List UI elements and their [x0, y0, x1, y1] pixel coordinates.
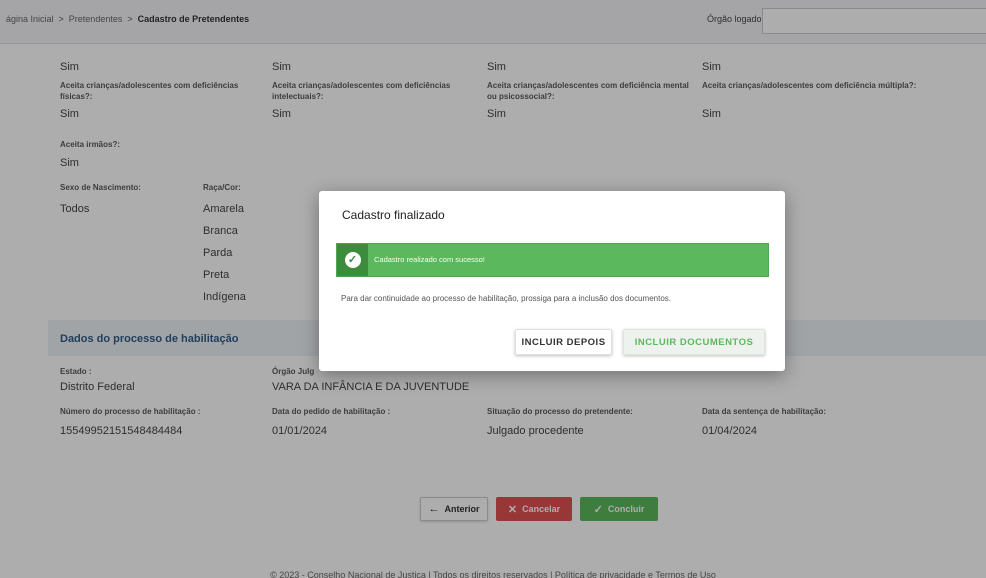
alert-icon-box: ✓: [337, 244, 368, 276]
dialog-title: Cadastro finalizado: [342, 208, 445, 222]
dialog-message: Para dar continuidade ao processo de hab…: [341, 294, 671, 303]
incluir-depois-button[interactable]: INCLUIR DEPOIS: [515, 329, 612, 355]
success-dialog: Cadastro finalizado ✓ Cadastro realizado…: [319, 191, 785, 371]
incluir-documentos-button[interactable]: INCLUIR DOCUMENTOS: [623, 329, 765, 355]
success-alert: ✓ Cadastro realizado com sucesso!: [336, 243, 769, 277]
check-circle-icon: ✓: [344, 252, 361, 268]
alert-message: Cadastro realizado com sucesso!: [374, 255, 485, 264]
